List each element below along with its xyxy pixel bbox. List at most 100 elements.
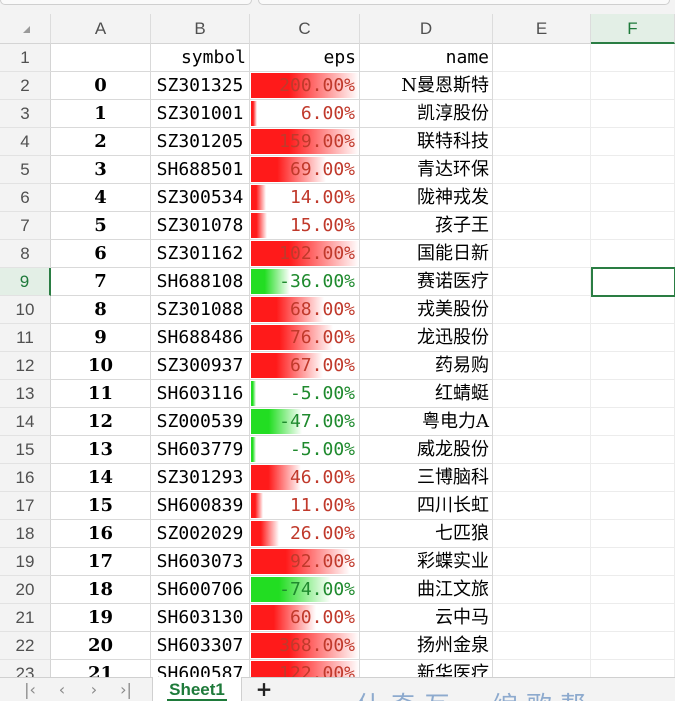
row-header-11[interactable]: 11 xyxy=(0,324,51,352)
eps-cell[interactable]: -74.00% xyxy=(250,576,360,604)
cell-e1[interactable] xyxy=(493,44,591,72)
symbol-cell[interactable]: SZ000539 xyxy=(151,408,250,436)
row-index[interactable]: 14 xyxy=(51,464,151,492)
cell-f[interactable] xyxy=(591,324,675,352)
name-cell[interactable]: 联特科技 xyxy=(360,128,493,156)
cell-e[interactable] xyxy=(493,212,591,240)
row-header-17[interactable]: 17 xyxy=(0,492,51,520)
row-index[interactable]: 0 xyxy=(51,72,151,100)
row-header-1[interactable]: 1 xyxy=(0,44,51,72)
cell-f[interactable] xyxy=(591,212,675,240)
name-cell[interactable]: 药易购 xyxy=(360,352,493,380)
row-header-14[interactable]: 14 xyxy=(0,408,51,436)
cell-e[interactable] xyxy=(493,380,591,408)
eps-cell[interactable]: 11.00% xyxy=(250,492,360,520)
symbol-cell[interactable]: SZ301162 xyxy=(151,240,250,268)
header-eps[interactable]: eps xyxy=(250,44,360,72)
cell-f[interactable] xyxy=(591,408,675,436)
name-cell[interactable]: 红蜻蜓 xyxy=(360,380,493,408)
row-index[interactable]: 16 xyxy=(51,520,151,548)
symbol-cell[interactable]: SZ301078 xyxy=(151,212,250,240)
eps-cell[interactable]: 200.00% xyxy=(250,72,360,100)
name-cell[interactable]: 彩蝶实业 xyxy=(360,548,493,576)
symbol-cell[interactable]: SH603307 xyxy=(151,632,250,660)
cell-f[interactable] xyxy=(591,296,675,324)
cell-e[interactable] xyxy=(493,72,591,100)
column-header-c[interactable]: C xyxy=(250,14,360,44)
cell-a1[interactable] xyxy=(51,44,151,72)
cell-f[interactable] xyxy=(591,436,675,464)
name-cell[interactable]: 曲江文旅 xyxy=(360,576,493,604)
row-header-13[interactable]: 13 xyxy=(0,380,51,408)
eps-cell[interactable]: 69.00% xyxy=(250,156,360,184)
row-header-22[interactable]: 22 xyxy=(0,632,51,660)
symbol-cell[interactable]: SH600706 xyxy=(151,576,250,604)
row-index[interactable]: 6 xyxy=(51,240,151,268)
symbol-cell[interactable]: SH603130 xyxy=(151,604,250,632)
column-header-f[interactable]: F xyxy=(591,14,675,44)
row-header-3[interactable]: 3 xyxy=(0,100,51,128)
row-header-12[interactable]: 12 xyxy=(0,352,51,380)
cell-f[interactable] xyxy=(591,520,675,548)
symbol-cell[interactable]: SZ002029 xyxy=(151,520,250,548)
cell-e[interactable] xyxy=(493,492,591,520)
eps-cell[interactable]: 159.00% xyxy=(250,128,360,156)
cell-e[interactable] xyxy=(493,548,591,576)
cell-e[interactable] xyxy=(493,352,591,380)
cell-e[interactable] xyxy=(493,408,591,436)
prev-sheet-icon[interactable]: ‹ xyxy=(50,678,74,701)
cell-f[interactable] xyxy=(591,72,675,100)
eps-cell[interactable]: 46.00% xyxy=(250,464,360,492)
row-index[interactable]: 18 xyxy=(51,576,151,604)
row-index[interactable]: 15 xyxy=(51,492,151,520)
symbol-cell[interactable]: SZ301325 xyxy=(151,72,250,100)
cell-e[interactable] xyxy=(493,128,591,156)
symbol-cell[interactable]: SH600839 xyxy=(151,492,250,520)
row-index[interactable]: 2 xyxy=(51,128,151,156)
tab-sheet1[interactable]: Sheet1 xyxy=(152,677,242,701)
cell-f[interactable] xyxy=(591,548,675,576)
row-index[interactable]: 9 xyxy=(51,324,151,352)
row-index[interactable]: 12 xyxy=(51,408,151,436)
row-index[interactable]: 10 xyxy=(51,352,151,380)
cell-f[interactable] xyxy=(591,156,675,184)
cell-f[interactable] xyxy=(591,128,675,156)
cell-f[interactable] xyxy=(591,604,675,632)
cell-f[interactable] xyxy=(591,380,675,408)
symbol-cell[interactable]: SZ300937 xyxy=(151,352,250,380)
symbol-cell[interactable]: SH603779 xyxy=(151,436,250,464)
cell-f[interactable] xyxy=(591,100,675,128)
row-header-19[interactable]: 19 xyxy=(0,548,51,576)
row-index[interactable]: 3 xyxy=(51,156,151,184)
symbol-cell[interactable]: SZ301205 xyxy=(151,128,250,156)
symbol-cell[interactable]: SH688108 xyxy=(151,268,250,296)
name-cell[interactable]: 四川长虹 xyxy=(360,492,493,520)
column-header-a[interactable]: A xyxy=(51,14,151,44)
row-index[interactable]: 19 xyxy=(51,604,151,632)
name-cell[interactable]: N曼恩斯特 xyxy=(360,72,493,100)
cell-f[interactable] xyxy=(591,464,675,492)
header-name[interactable]: name xyxy=(360,44,493,72)
row-index[interactable]: 5 xyxy=(51,212,151,240)
cell-f[interactable] xyxy=(591,492,675,520)
cell-e[interactable] xyxy=(493,604,591,632)
row-header-16[interactable]: 16 xyxy=(0,464,51,492)
eps-cell[interactable]: 26.00% xyxy=(250,520,360,548)
eps-cell[interactable]: 67.00% xyxy=(250,352,360,380)
eps-cell[interactable]: 102.00% xyxy=(250,240,360,268)
cell-e[interactable] xyxy=(493,156,591,184)
cell-e[interactable] xyxy=(493,100,591,128)
eps-cell[interactable]: 68.00% xyxy=(250,296,360,324)
eps-cell[interactable]: -5.00% xyxy=(250,380,360,408)
eps-cell[interactable]: 6.00% xyxy=(250,100,360,128)
symbol-cell[interactable]: SZ301001 xyxy=(151,100,250,128)
eps-cell[interactable]: -47.00% xyxy=(250,408,360,436)
column-header-d[interactable]: D xyxy=(360,14,493,44)
row-header-20[interactable]: 20 xyxy=(0,576,51,604)
row-header-10[interactable]: 10 xyxy=(0,296,51,324)
symbol-cell[interactable]: SZ301088 xyxy=(151,296,250,324)
eps-cell[interactable]: 368.00% xyxy=(250,632,360,660)
select-all-corner[interactable] xyxy=(0,14,51,44)
row-index[interactable]: 17 xyxy=(51,548,151,576)
cell-e[interactable] xyxy=(493,436,591,464)
